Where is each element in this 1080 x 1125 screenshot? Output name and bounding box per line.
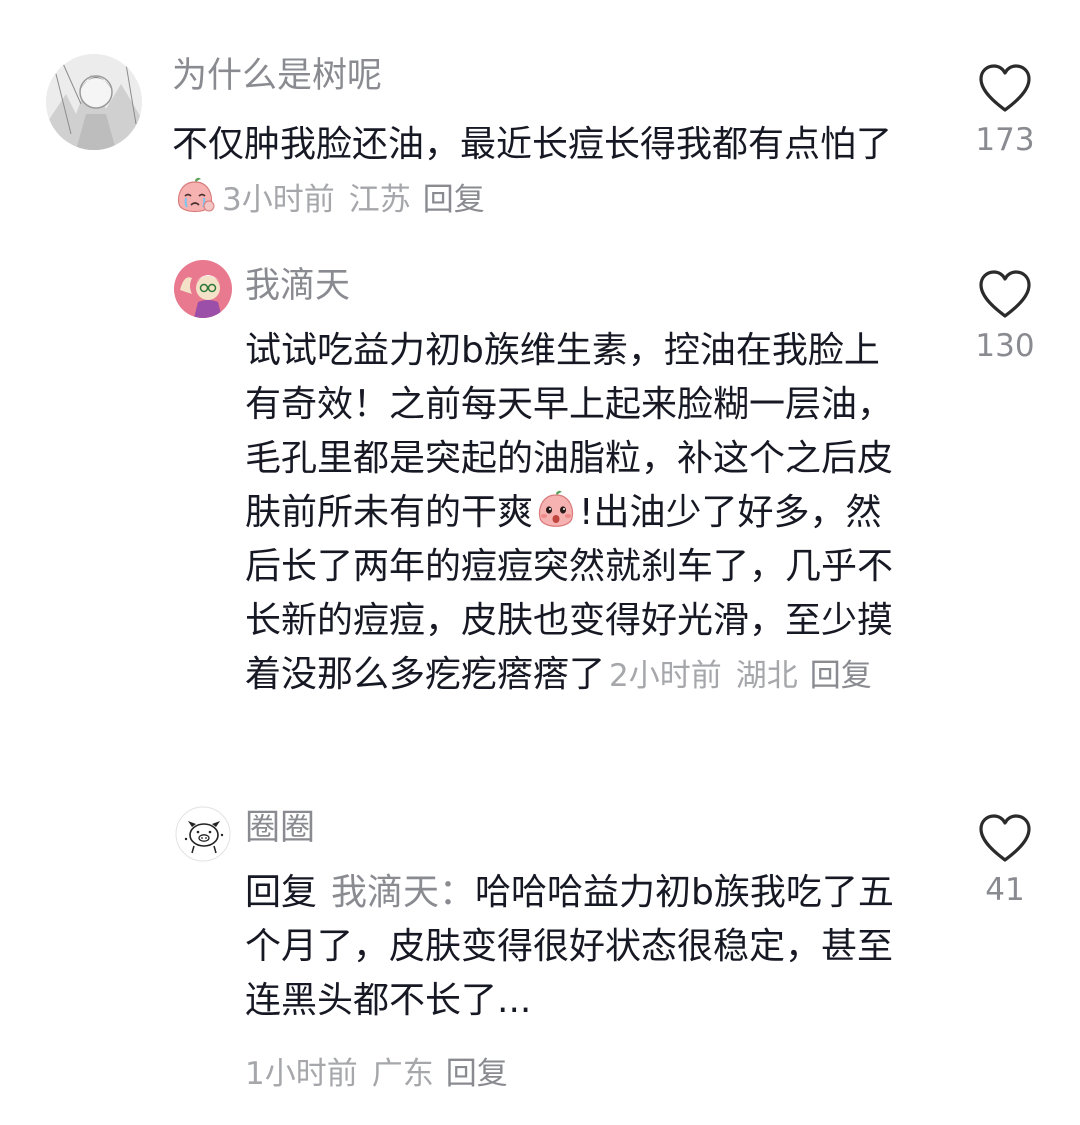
comment-time: 1小时前	[245, 1056, 358, 1092]
heart-outline-icon	[979, 64, 1031, 112]
reply-button[interactable]: 回复	[446, 1056, 508, 1092]
comment-text: 回复 我滴天：哈哈哈益力初b族我吃了五个月了，皮肤变得很好状态很稳定，甚至连黑头都…	[245, 866, 910, 1028]
avatar[interactable]	[46, 54, 142, 150]
comment-region: 广东	[371, 1056, 434, 1092]
avatar-image	[46, 54, 142, 150]
username[interactable]: 我滴天	[245, 262, 350, 310]
like-button[interactable]: 173	[955, 62, 1055, 160]
heart-outline-icon	[979, 270, 1031, 318]
like-count: 173	[975, 122, 1035, 158]
comment-meta: 1小时前 广东 回复	[245, 1050, 508, 1098]
comment-meta: 2小时前 湖北 回复	[609, 658, 872, 694]
reply-prefix: 回复	[245, 872, 318, 913]
comment-meta: 3小时前 江苏 回复	[222, 182, 485, 218]
crying-peach-emoji-icon	[173, 174, 217, 218]
comment-text-content: 不仅肿我脸还油，最近长痘长得我都有点怕了	[172, 124, 893, 165]
like-button[interactable]: 41	[955, 812, 1055, 910]
reply-button[interactable]: 回复	[810, 658, 872, 694]
comment-time: 3小时前	[222, 182, 335, 218]
reply-target-username[interactable]: 我滴天：	[331, 872, 475, 913]
avatar[interactable]	[174, 805, 232, 863]
comment-region: 江苏	[348, 182, 411, 218]
like-button[interactable]: 130	[955, 268, 1055, 366]
comment-region: 湖北	[735, 658, 798, 694]
heart-outline-icon	[979, 814, 1031, 862]
comment-text: 试试吃益力初b族维生素，控油在我脸上有奇效！之前每天早上起来脸糊一层油，毛孔里都…	[245, 324, 910, 703]
username[interactable]: 圈圈	[245, 804, 315, 852]
like-count: 41	[985, 872, 1025, 908]
comment-time: 2小时前	[609, 658, 722, 694]
avatar-image	[174, 805, 232, 863]
username[interactable]: 为什么是树呢	[172, 52, 382, 100]
avatar-image	[174, 260, 232, 318]
reply-button[interactable]: 回复	[423, 182, 485, 218]
comment-text: 不仅肿我脸还油，最近长痘长得我都有点怕了 3小时前 江苏 回复	[172, 118, 932, 227]
avatar[interactable]	[174, 260, 232, 318]
surprised-peach-emoji-icon	[534, 488, 578, 532]
like-count: 130	[975, 328, 1035, 364]
